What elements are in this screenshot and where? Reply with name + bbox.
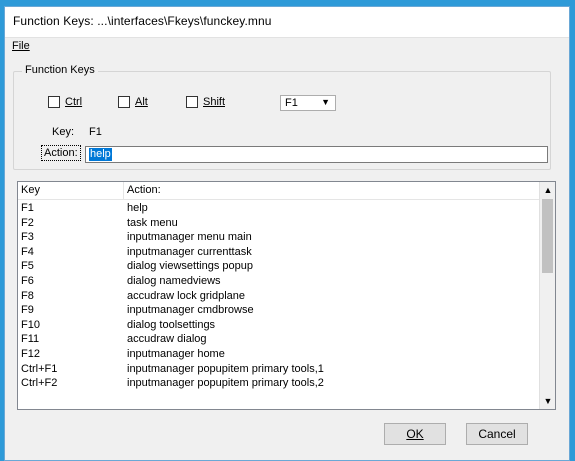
row-key: F8 bbox=[21, 289, 34, 302]
table-row[interactable]: F8 accudraw lock gridplane bbox=[18, 289, 540, 304]
row-key: F12 bbox=[21, 347, 40, 360]
row-action: accudraw lock gridplane bbox=[127, 289, 246, 302]
function-key-select-value: F1 bbox=[285, 97, 298, 109]
action-label: Action: bbox=[41, 145, 81, 161]
row-key: Ctrl+F2 bbox=[21, 377, 58, 390]
row-key: F1 bbox=[21, 202, 34, 214]
row-action: dialog namedviews bbox=[127, 274, 221, 287]
row-key: F4 bbox=[21, 245, 34, 258]
vertical-scrollbar[interactable]: ▲ ▼ bbox=[539, 182, 555, 409]
list-header: Key Action: bbox=[18, 182, 540, 200]
alt-checkbox-label: Alt bbox=[135, 96, 148, 108]
row-action: inputmanager cmdbrowse bbox=[127, 304, 254, 317]
row-key: F6 bbox=[21, 274, 34, 287]
cancel-button[interactable]: Cancel bbox=[466, 423, 528, 445]
column-divider[interactable] bbox=[123, 182, 124, 199]
key-label: Key: bbox=[52, 126, 75, 138]
row-action: task menu bbox=[127, 216, 178, 229]
group-label: Function Keys bbox=[22, 64, 98, 76]
table-row[interactable]: F4 inputmanager currenttask bbox=[18, 245, 540, 260]
key-value: F1 bbox=[89, 126, 102, 138]
row-action: inputmanager popupitem primary tools,2 bbox=[127, 377, 324, 390]
table-row[interactable]: F3 inputmanager menu main bbox=[18, 230, 540, 245]
title-bar: Function Keys: ...\interfaces\Fkeys\func… bbox=[5, 7, 569, 38]
row-action: dialog toolsettings bbox=[127, 318, 216, 331]
list-rows: F1 help F2 task menu F3 inputmanager menu mai… bbox=[18, 201, 540, 391]
row-key: F11 bbox=[21, 333, 40, 346]
table-row[interactable]: F9 inputmanager cmdbrowse bbox=[18, 303, 540, 318]
table-row[interactable]: F1 help bbox=[18, 201, 540, 216]
ctrl-checkbox-label: Ctrl bbox=[65, 96, 83, 108]
action-input[interactable]: help bbox=[85, 146, 548, 163]
row-key: F10 bbox=[21, 318, 40, 331]
menu-file[interactable]: File bbox=[12, 40, 30, 52]
table-row[interactable]: F6 dialog namedviews bbox=[18, 274, 540, 289]
table-row[interactable]: F11 accudraw dialog bbox=[18, 332, 540, 347]
row-action: inputmanager home bbox=[127, 347, 225, 360]
ok-button-label: OK bbox=[406, 427, 424, 441]
action-input-value: help bbox=[89, 148, 112, 161]
table-row[interactable]: Ctrl+F1 inputmanager popupitem primary to… bbox=[18, 362, 540, 377]
window-title: Function Keys: ...\interfaces\Fkeys\func… bbox=[13, 14, 272, 28]
shift-checkbox-box[interactable] bbox=[186, 96, 198, 108]
cancel-button-label: Cancel bbox=[478, 427, 516, 441]
table-row[interactable]: F2 task menu bbox=[18, 216, 540, 231]
ctrl-checkbox-box[interactable] bbox=[48, 96, 60, 108]
column-header-action[interactable]: Action: bbox=[127, 184, 161, 196]
scroll-down-icon[interactable]: ▼ bbox=[540, 393, 555, 409]
table-row[interactable]: F5 dialog viewsettings popup bbox=[18, 259, 540, 274]
function-key-select[interactable]: F1 ▼ bbox=[280, 95, 336, 111]
row-action: accudraw dialog bbox=[127, 333, 207, 346]
alt-checkbox-box[interactable] bbox=[118, 96, 130, 108]
shift-checkbox[interactable]: Shift bbox=[186, 96, 225, 108]
row-action: inputmanager currenttask bbox=[127, 245, 252, 258]
function-key-list[interactable]: Key Action: F1 help F2 task menu F3 inputmana… bbox=[17, 181, 556, 410]
alt-checkbox[interactable]: Alt bbox=[118, 96, 148, 108]
shift-checkbox-label: Shift bbox=[203, 96, 226, 108]
table-row[interactable]: F10 dialog toolsettings bbox=[18, 318, 540, 333]
row-key: F9 bbox=[21, 304, 34, 317]
ok-button[interactable]: OK bbox=[384, 423, 446, 445]
row-action: inputmanager menu main bbox=[127, 231, 252, 244]
column-header-key[interactable]: Key bbox=[21, 184, 40, 196]
table-row[interactable]: Ctrl+F2 inputmanager popupitem primary to… bbox=[18, 376, 540, 391]
row-action: help bbox=[127, 202, 148, 214]
row-key: F2 bbox=[21, 216, 34, 229]
scrollbar-thumb[interactable] bbox=[542, 199, 553, 273]
ctrl-checkbox[interactable]: Ctrl bbox=[48, 96, 82, 108]
scroll-up-icon[interactable]: ▲ bbox=[540, 182, 555, 198]
row-action: inputmanager popupitem primary tools,1 bbox=[127, 362, 324, 375]
row-key: F5 bbox=[21, 260, 34, 273]
row-action: dialog viewsettings popup bbox=[127, 260, 253, 273]
chevron-down-icon: ▼ bbox=[321, 97, 330, 107]
menu-bar: File bbox=[5, 38, 569, 57]
row-key: F3 bbox=[21, 231, 34, 244]
row-key: Ctrl+F1 bbox=[21, 362, 58, 375]
table-row[interactable]: F12 inputmanager home bbox=[18, 347, 540, 362]
